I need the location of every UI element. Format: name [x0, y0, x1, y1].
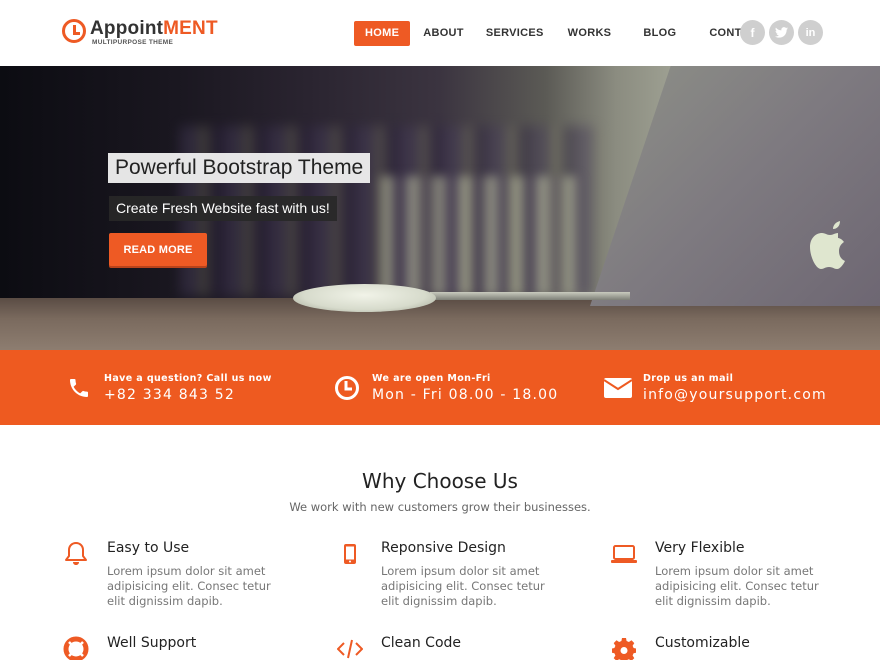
why-choose-title: Why Choose Us: [362, 469, 518, 493]
linkedin-button[interactable]: in: [798, 20, 823, 45]
contact-phone: Have a question? Call us now +82 334 843…: [64, 350, 272, 425]
linkedin-icon: in: [805, 26, 816, 39]
feature-title: Reponsive Design: [381, 540, 506, 556]
twitter-icon: [775, 27, 788, 38]
clock-icon: [332, 373, 362, 403]
laptop-icon: [610, 540, 638, 568]
apple-logo-icon: [810, 221, 845, 269]
facebook-icon: f: [750, 25, 755, 40]
hero-slider: Powerful Bootstrap Theme Create Fresh We…: [0, 66, 880, 350]
twitter-button[interactable]: [769, 20, 794, 45]
logo[interactable]: Appointment MULTIPURPOSE THEME: [62, 19, 218, 46]
code-icon: [336, 635, 364, 660]
feature-desc: Lorem ipsum dolor sit amet adipisicing e…: [381, 564, 545, 608]
feature-desc: Lorem ipsum dolor sit amet adipisicing e…: [107, 564, 271, 608]
why-choose-subtitle: We work with new customers grow their bu…: [289, 500, 591, 514]
logo-name-part2: ment: [163, 18, 218, 39]
facebook-button[interactable]: f: [740, 20, 765, 45]
feature-desc: Lorem ipsum dolor sit amet adipisicing e…: [655, 564, 819, 608]
envelope-icon: [603, 373, 633, 403]
hero-title: Powerful Bootstrap Theme: [108, 153, 371, 183]
nav-blog[interactable]: BLOG: [632, 21, 687, 46]
site-header: Appointment MULTIPURPOSE THEME HOME ABOU…: [0, 0, 880, 66]
feature-title: Clean Code: [381, 635, 462, 651]
read-more-button[interactable]: READ MORE: [109, 233, 207, 266]
mobile-icon: [336, 540, 364, 568]
contact-info-strip: Have a question? Call us now +82 334 843…: [0, 350, 880, 425]
hero-laptop-base: [430, 292, 630, 300]
bell-icon: [62, 540, 90, 568]
life-ring-icon: [62, 635, 90, 660]
contact-phone-label: Have a question? Call us now: [104, 372, 272, 384]
hero-mouse-image: [293, 284, 436, 312]
gear-icon: [610, 635, 638, 660]
logo-tagline: MULTIPURPOSE THEME: [92, 39, 174, 46]
main-nav: HOME ABOUT SERVICES WORKS BLOG CONTACT: [354, 21, 775, 46]
social-links: f in: [740, 20, 823, 45]
feature-title: Easy to Use: [107, 540, 190, 556]
clock-logo-icon: [62, 19, 86, 43]
logo-text: Appointment MULTIPURPOSE THEME: [90, 19, 218, 47]
hero-background-books-highlight: [380, 176, 580, 296]
hero-laptop-image: [590, 66, 880, 306]
feature-title: Well Support: [107, 635, 197, 651]
contact-phone-value[interactable]: +82 334 843 52: [104, 387, 272, 403]
logo-name: Appointment: [90, 19, 218, 39]
nav-works[interactable]: WORKS: [557, 21, 623, 46]
phone-icon: [64, 373, 94, 403]
contact-hours-label: We are open Mon-Fri: [372, 372, 491, 384]
nav-about[interactable]: ABOUT: [412, 21, 475, 46]
contact-hours-value: Mon - Fri 08.00 - 18.00: [372, 386, 559, 403]
feature-title: Very Flexible: [655, 540, 745, 556]
nav-services[interactable]: SERVICES: [475, 21, 555, 46]
contact-email-label: Drop us an mail: [643, 372, 734, 384]
contact-email: Drop us an mail info@yoursupport.com: [603, 350, 827, 425]
hero-subtitle: Create Fresh Website fast with us!: [109, 196, 337, 221]
contact-email-value[interactable]: info@yoursupport.com: [643, 387, 827, 403]
feature-title: Customizable: [655, 635, 750, 651]
logo-name-part1: Appoint: [90, 18, 164, 39]
nav-home[interactable]: HOME: [354, 21, 411, 46]
contact-hours: We are open Mon-Fri Mon - Fri 08.00 - 18…: [332, 350, 558, 425]
